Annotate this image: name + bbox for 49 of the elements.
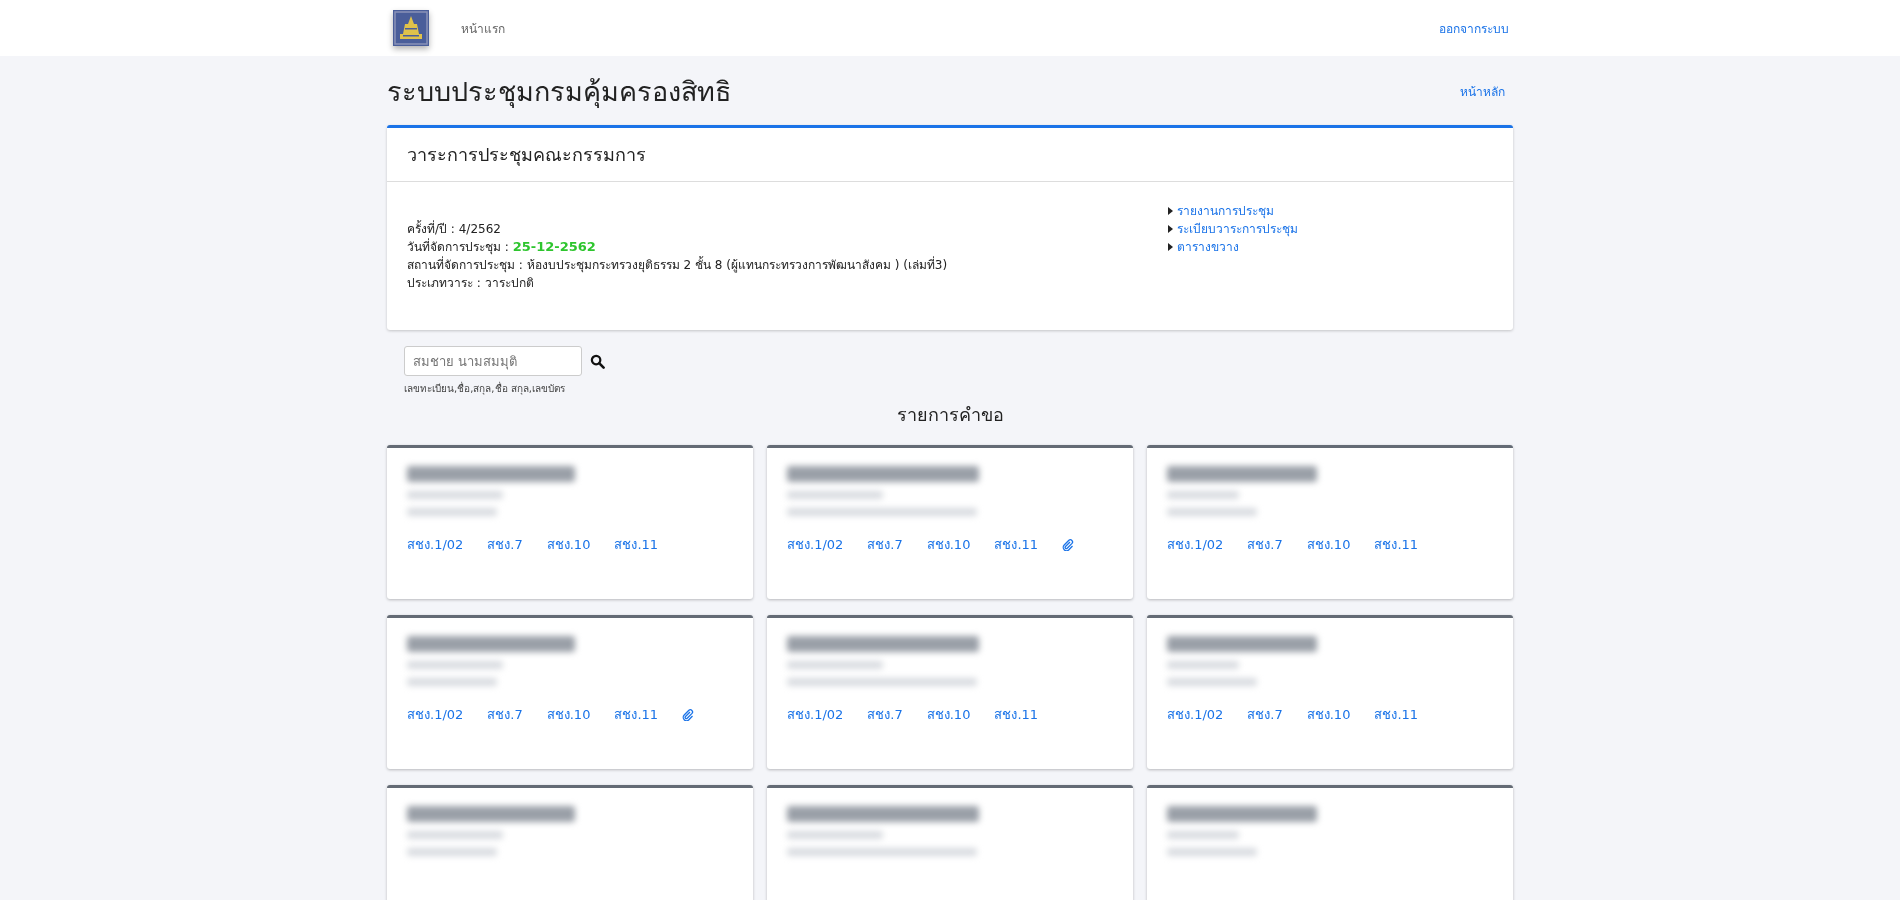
form-link[interactable]: สชง.7: [867, 704, 903, 725]
form-link[interactable]: สชง.7: [487, 704, 523, 725]
form-link[interactable]: สชง.10: [926, 704, 971, 725]
form-link[interactable]: สชง.11: [614, 534, 659, 555]
paperclip-icon[interactable]: [1062, 538, 1075, 551]
form-link[interactable]: สชง.11: [1374, 704, 1419, 725]
agenda-link[interactable]: รายงานการประชุม: [1177, 202, 1274, 220]
requests-heading: รายการคำขอ: [895, 403, 1005, 427]
form-link[interactable]: สชง.7: [487, 534, 523, 555]
redacted-line: [1167, 661, 1239, 669]
agenda-title: วาระการประชุมคณะกรรมการ: [407, 143, 647, 168]
form-link[interactable]: สชง.1/02: [787, 534, 844, 555]
caret-icon: [1168, 207, 1173, 215]
search-field[interactable]: สมชาย นามสมมุติ: [404, 346, 582, 376]
main-page-link[interactable]: หน้าหลัก: [1460, 82, 1505, 101]
form-link[interactable]: สชง.10: [546, 704, 591, 725]
form-link[interactable]: สชง.11: [994, 534, 1039, 555]
meeting-detail: สถานที่จัดการประชุม : ห้องบประชุมกระทรวงยุติธรรม 2 ชั้น 8 (ผู้แทนกระทรวงการพัฒนาสังคม ) (เล่มที่3): [407, 256, 948, 274]
agenda-link[interactable]: ระเบียบวาระการประชุม: [1177, 220, 1298, 238]
meeting-detail: ครั้งที่/ปี : 4/2562: [407, 220, 502, 238]
meeting-detail: วันที่จัดการประชุม : 25-12-2562: [407, 238, 597, 256]
form-link[interactable]: สชง.10: [1306, 534, 1351, 555]
paperclip-icon[interactable]: [682, 708, 695, 721]
form-link[interactable]: สชง.10: [1306, 704, 1351, 725]
caret-icon: [1168, 225, 1173, 233]
form-link[interactable]: สชง.7: [867, 534, 903, 555]
form-link[interactable]: สชง.1/02: [1167, 704, 1224, 725]
search-icon[interactable]: [590, 353, 605, 369]
emblem-logo[interactable]: [393, 10, 429, 46]
logout-link[interactable]: ออกจากระบบ: [1439, 18, 1509, 38]
redacted-line: [1167, 491, 1239, 499]
form-link[interactable]: สชง.7: [1247, 534, 1283, 555]
home-link[interactable]: หน้าแรก: [461, 19, 505, 38]
form-link[interactable]: สชง.1/02: [1167, 534, 1224, 555]
page-title: ระบบประชุมกรมคุ้มครองสิทธิ: [387, 75, 731, 110]
form-link[interactable]: สชง.11: [1374, 534, 1419, 555]
search-hint: เลขทะเบียน,ชื่อ,สกุล,ชื่อ สกุล,เลขบัตร: [404, 381, 566, 396]
form-link[interactable]: สชง.11: [994, 704, 1039, 725]
form-link[interactable]: สชง.1/02: [787, 704, 844, 725]
meeting-detail: ประเภทวาระ : วาระปกติ: [407, 275, 535, 292]
agenda-link[interactable]: ตารางขวาง: [1177, 238, 1239, 256]
form-link[interactable]: สชง.11: [614, 704, 659, 725]
form-link[interactable]: สชง.7: [1247, 704, 1283, 725]
form-link[interactable]: สชง.10: [926, 534, 971, 555]
caret-icon: [1168, 243, 1173, 251]
form-link[interactable]: สชง.1/02: [407, 704, 464, 725]
form-link[interactable]: สชง.10: [546, 534, 591, 555]
redacted-line: [1167, 831, 1239, 839]
form-link[interactable]: สชง.1/02: [407, 534, 464, 555]
